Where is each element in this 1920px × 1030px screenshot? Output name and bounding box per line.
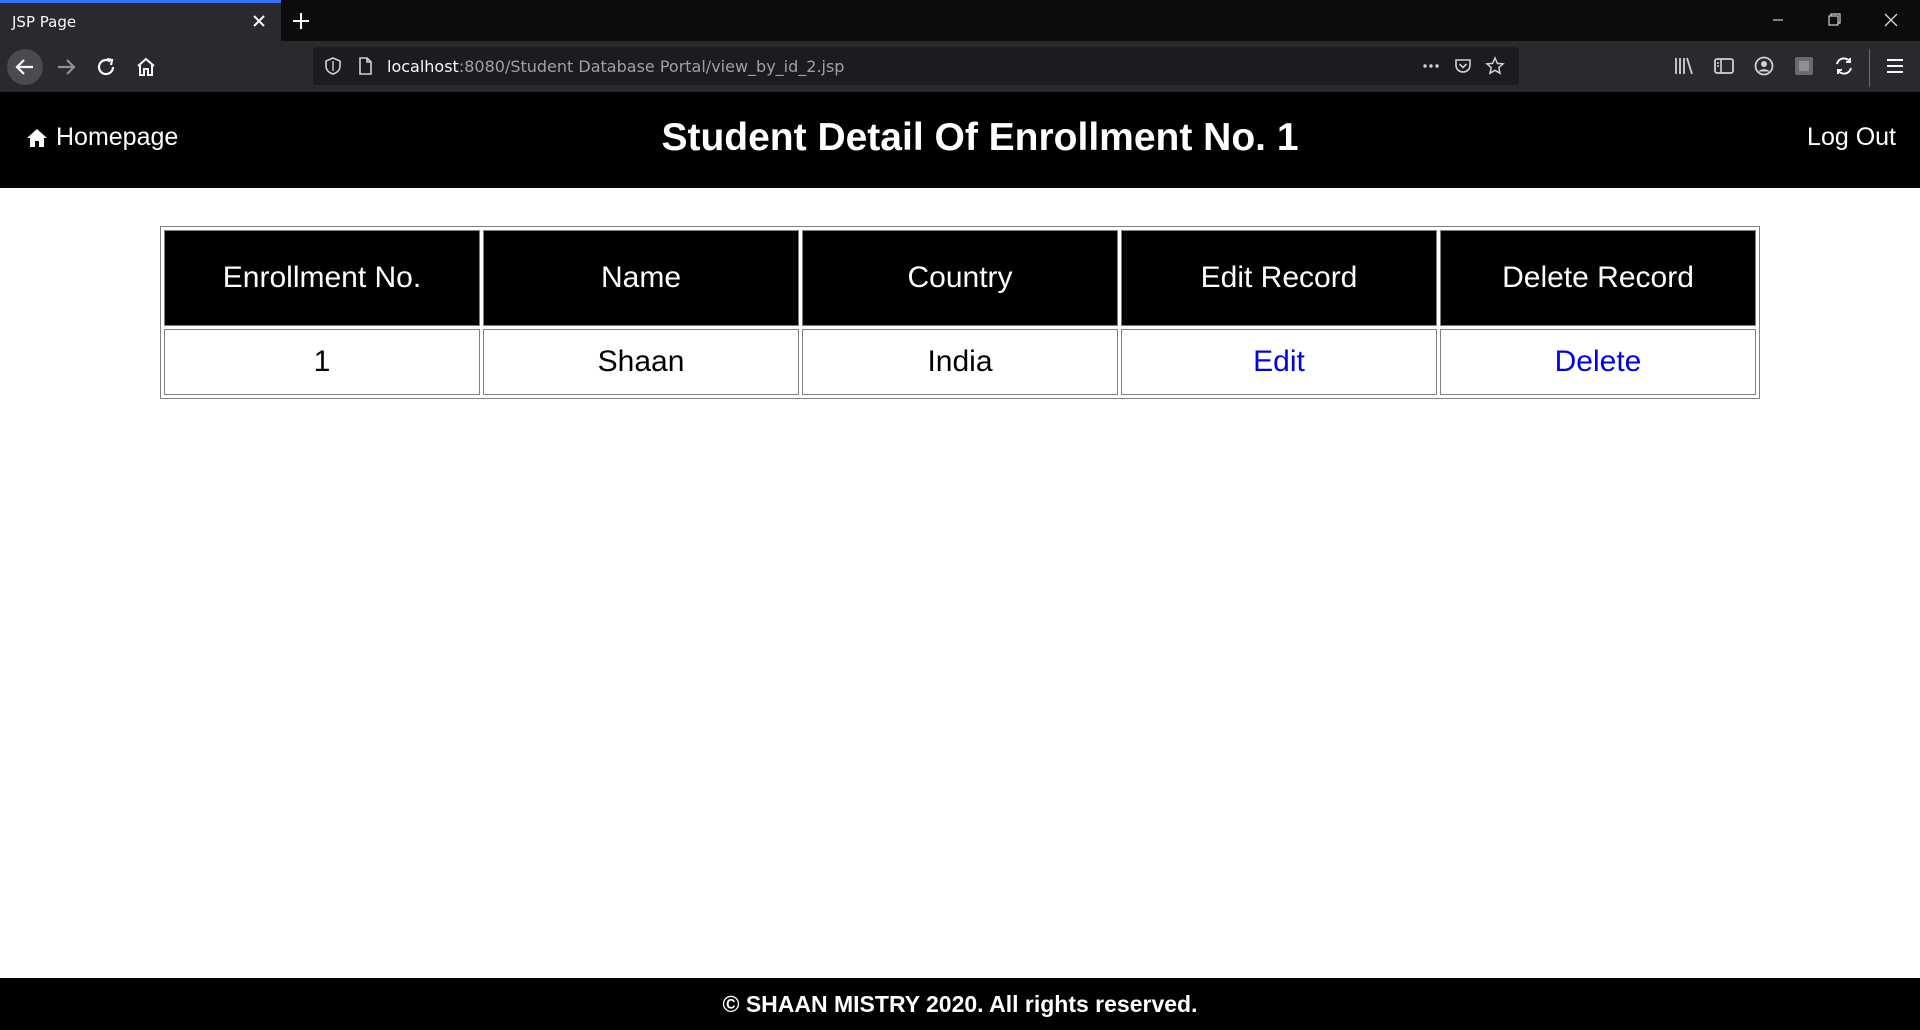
cell-delete: Delete xyxy=(1440,329,1756,395)
shield-icon[interactable] xyxy=(323,56,343,76)
cell-enrollment-no: 1 xyxy=(164,329,480,395)
page-title: Student Detail Of Enrollment No. 1 xyxy=(661,116,1299,159)
logout-link[interactable]: Log Out xyxy=(1807,123,1896,152)
site-footer: © SHAAN MISTRY 2020. All rights reserved… xyxy=(0,978,1920,1030)
sync-icon[interactable] xyxy=(1832,54,1856,78)
edit-link[interactable]: Edit xyxy=(1253,345,1305,378)
column-header-enrollment-no: Enrollment No. xyxy=(164,230,480,326)
home-button[interactable] xyxy=(128,49,164,85)
arrow-right-icon xyxy=(58,59,76,75)
column-header-edit-record: Edit Record xyxy=(1121,230,1437,326)
back-button[interactable] xyxy=(7,49,43,85)
restore-icon[interactable] xyxy=(1819,8,1849,32)
url-text: localhost:8080/Student Database Portal/v… xyxy=(387,57,844,76)
cell-country: India xyxy=(802,329,1118,395)
browser-tab[interactable]: JSP Page xyxy=(0,0,281,41)
url-host: localhost xyxy=(387,57,459,76)
forward-button[interactable] xyxy=(48,49,84,85)
new-tab-icon[interactable] xyxy=(287,8,315,34)
page-content: Homepage Student Detail Of Enrollment No… xyxy=(0,92,1920,1030)
column-header-delete-record: Delete Record xyxy=(1440,230,1756,326)
account-icon[interactable] xyxy=(1752,54,1776,78)
cell-name: Shaan xyxy=(483,329,799,395)
close-window-icon[interactable] xyxy=(1876,8,1906,32)
column-header-name: Name xyxy=(483,230,799,326)
site-header: Homepage Student Detail Of Enrollment No… xyxy=(0,92,1920,188)
browser-nav-bar: localhost:8080/Student Database Portal/v… xyxy=(0,41,1920,92)
toolbar-separator xyxy=(1869,49,1870,87)
pocket-icon[interactable] xyxy=(1453,56,1473,76)
column-header-country: Country xyxy=(802,230,1118,326)
tab-title: JSP Page xyxy=(12,13,77,31)
extension-icon[interactable] xyxy=(1792,54,1816,78)
more-actions-icon[interactable] xyxy=(1421,56,1441,76)
table-header-row: Enrollment No. Name Country Edit Record … xyxy=(164,230,1756,326)
page-icon[interactable] xyxy=(355,56,375,76)
bookmark-star-icon[interactable] xyxy=(1485,56,1505,76)
delete-link[interactable]: Delete xyxy=(1555,345,1642,378)
table-row: 1 Shaan India Edit Delete xyxy=(164,329,1756,395)
browser-tab-bar: JSP Page xyxy=(0,0,1920,41)
home-icon xyxy=(137,57,155,76)
sidebar-icon[interactable] xyxy=(1712,54,1736,78)
url-path: :8080/Student Database Portal/view_by_id… xyxy=(458,57,845,76)
cell-edit: Edit xyxy=(1121,329,1437,395)
minimize-icon[interactable] xyxy=(1763,8,1793,32)
student-table: Enrollment No. Name Country Edit Record … xyxy=(160,226,1760,399)
arrow-left-icon xyxy=(15,59,33,75)
menu-icon[interactable] xyxy=(1883,54,1907,78)
reload-button[interactable] xyxy=(88,49,124,85)
library-icon[interactable] xyxy=(1672,54,1696,78)
student-table-container: Enrollment No. Name Country Edit Record … xyxy=(160,226,1760,399)
address-bar[interactable]: localhost:8080/Student Database Portal/v… xyxy=(313,47,1519,85)
reload-icon xyxy=(97,57,115,76)
close-tab-icon[interactable] xyxy=(249,11,269,31)
